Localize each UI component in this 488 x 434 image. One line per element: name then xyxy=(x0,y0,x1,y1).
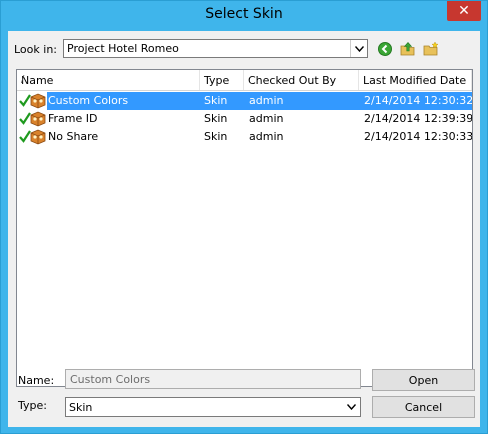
sort-indicator-icon: / xyxy=(21,74,25,85)
row-modified: 2/14/2014 12:30:32... xyxy=(364,94,473,107)
list-item[interactable]: Frame ID Skin admin 2/14/2014 12:39:39..… xyxy=(17,110,472,128)
row-type: Skin xyxy=(204,130,228,143)
type-combobox[interactable]: Skin xyxy=(65,397,361,417)
new-folder-icon[interactable] xyxy=(423,41,439,57)
chevron-down-icon[interactable] xyxy=(350,40,367,57)
list-item[interactable]: No Share Skin admin 2/14/2014 12:30:33..… xyxy=(17,128,472,146)
close-icon: ✕ xyxy=(458,3,470,19)
type-label: Type: xyxy=(18,399,47,412)
column-header-type[interactable]: Type xyxy=(200,70,244,90)
row-name: Custom Colors xyxy=(48,94,129,107)
skin-list[interactable]: Name / Type Checked Out By Last Modified… xyxy=(16,69,473,387)
column-header-checked-out-label: Checked Out By xyxy=(248,74,337,87)
skin-icon xyxy=(29,110,47,128)
chevron-down-icon[interactable] xyxy=(343,398,360,416)
column-header-name[interactable]: Name / xyxy=(17,70,200,90)
column-header-last-modified-label: Last Modified Date xyxy=(363,74,467,87)
row-checked-out-by: admin xyxy=(249,112,284,125)
lookin-combobox[interactable]: Project Hotel Romeo xyxy=(63,39,368,58)
row-modified: 2/14/2014 12:30:33... xyxy=(364,130,473,143)
row-type: Skin xyxy=(204,112,228,125)
title-bar[interactable]: Select Skin ✕ xyxy=(1,1,487,31)
type-value: Skin xyxy=(69,401,93,414)
row-name: No Share xyxy=(48,130,99,143)
row-type: Skin xyxy=(204,94,228,107)
close-button[interactable]: ✕ xyxy=(447,1,481,21)
skin-icon xyxy=(29,128,47,146)
list-header: Name / Type Checked Out By Last Modified… xyxy=(17,70,472,91)
up-folder-icon[interactable] xyxy=(400,41,416,57)
name-label: Name: xyxy=(18,374,55,387)
column-header-last-modified[interactable]: Last Modified Date xyxy=(359,70,472,90)
open-button[interactable]: Open xyxy=(372,369,475,391)
column-header-checked-out-by[interactable]: Checked Out By xyxy=(244,70,359,90)
row-modified: 2/14/2014 12:39:39... xyxy=(364,112,473,125)
lookin-label: Look in: xyxy=(14,43,57,56)
cancel-button[interactable]: Cancel xyxy=(372,396,475,418)
row-name: Frame ID xyxy=(48,112,98,125)
row-checked-out-by: admin xyxy=(249,94,284,107)
list-item[interactable]: Custom Colors Skin admin 2/14/2014 12:30… xyxy=(17,92,472,110)
name-field-value: Custom Colors xyxy=(70,373,151,386)
dialog-title: Select Skin xyxy=(205,6,283,22)
row-checked-out-by: admin xyxy=(249,130,284,143)
select-skin-dialog: Select Skin ✕ Look in: Project Hotel Rom… xyxy=(0,0,488,434)
back-arrow-icon[interactable] xyxy=(377,41,393,57)
skin-icon xyxy=(29,92,47,110)
lookin-value: Project Hotel Romeo xyxy=(67,42,179,55)
name-field: Custom Colors xyxy=(65,369,361,389)
column-header-type-label: Type xyxy=(204,74,230,87)
dialog-client-area: Look in: Project Hotel Romeo Name / Type… xyxy=(8,31,480,427)
